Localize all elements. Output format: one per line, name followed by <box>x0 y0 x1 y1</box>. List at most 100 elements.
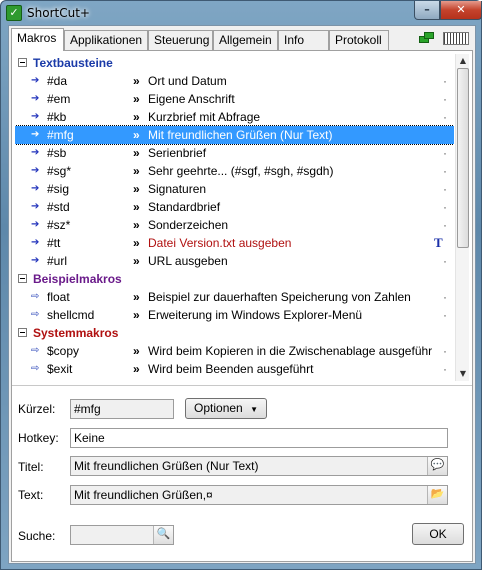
collapse-toggle-icon[interactable] <box>18 328 27 337</box>
kuerzel-label: Kürzel: <box>18 402 56 416</box>
tab-makros[interactable]: Makros <box>11 28 64 51</box>
bullet-glyph: » <box>133 200 140 214</box>
macro-code: #sb <box>47 146 67 160</box>
macro-description: Sonderzeichen <box>148 218 229 232</box>
macro-description: Ort und Datum <box>148 74 227 88</box>
makros-panel: Textbausteine ➔ #da » Ort und Datum · ➔ #em » Eig… <box>11 50 473 562</box>
sync-icon[interactable] <box>419 32 435 44</box>
suche-label: Suche: <box>18 529 56 543</box>
group-label: Beispielmakros <box>33 272 122 286</box>
tree-group[interactable]: Beispielmakros <box>15 270 454 288</box>
macro-description: Beispiel zur dauerhaften Speicherung von… <box>148 290 411 304</box>
tree-group[interactable]: Systemmakros <box>15 324 454 342</box>
tree-item[interactable]: ➔ #std » Standardbrief · <box>15 198 454 216</box>
tree-item[interactable]: ➔ #sig » Signaturen · <box>15 180 454 198</box>
tree-item[interactable]: ➔ #url » URL ausgeben · <box>15 252 454 270</box>
macro-code: float <box>47 290 70 304</box>
dot-marker: · <box>443 182 447 196</box>
tree-group[interactable]: Textbausteine <box>15 54 454 72</box>
tree-item[interactable]: ➔ #da » Ort und Datum · <box>15 72 454 90</box>
macro-arrow-icon: ➔ <box>31 219 40 230</box>
scroll-down-arrow-icon[interactable]: ▼ <box>456 367 470 381</box>
macro-description: Eigene Anschrift <box>148 92 235 106</box>
app-window: ✓ ShortCut+ – ✕ Makros Applikationen Ste… <box>0 0 482 570</box>
tree-item[interactable]: ➔ #tt » Datei Version.txt ausgeben T <box>15 234 454 252</box>
tab-applikationen[interactable]: Applikationen <box>64 30 148 50</box>
tree-item[interactable]: ➔ #sb » Serienbrief · <box>15 144 454 162</box>
bullet-glyph: » <box>133 308 140 322</box>
tree-item[interactable]: ➔ #em » Eigene Anschrift · <box>15 90 454 108</box>
close-button[interactable]: ✕ <box>440 1 482 20</box>
bullet-glyph: » <box>133 74 140 88</box>
collapse-toggle-icon[interactable] <box>18 58 27 67</box>
app-icon: ✓ <box>6 5 22 21</box>
folder-icon[interactable]: 📂 <box>427 486 447 504</box>
tab-protokoll[interactable]: Protokoll <box>329 30 389 50</box>
dot-marker: · <box>443 308 447 322</box>
dot-marker: · <box>443 344 447 358</box>
tree-item[interactable]: ➔ #mfg » Mit freundlichen Grüßen (Nur Text) <box>15 125 454 145</box>
tab-info[interactable]: Info <box>278 30 329 50</box>
macro-arrow-icon: ➔ <box>31 129 40 140</box>
kuerzel-field[interactable]: #mfg <box>70 399 174 419</box>
tree-scrollbar[interactable]: ▲ ▼ <box>455 54 469 381</box>
ok-button[interactable]: OK <box>412 523 464 545</box>
bullet-glyph: » <box>133 164 140 178</box>
dropdown-arrow-icon: ▼ <box>250 405 258 414</box>
bullet-glyph: » <box>133 344 140 358</box>
titel-field[interactable]: Mit freundlichen Grüßen (Nur Text) 💬 <box>70 456 448 476</box>
macro-arrow-icon: ➔ <box>31 93 40 104</box>
macro-arrow-icon: ⇨ <box>31 291 40 302</box>
macro-arrow-icon: ➔ <box>31 201 40 212</box>
tab-steuerung[interactable]: Steuerung <box>148 30 213 50</box>
scroll-thumb[interactable] <box>457 68 469 248</box>
tree-item[interactable]: ⇨ float » Beispiel zur dauerhaften Speicher… <box>15 288 454 306</box>
hotkey-field[interactable]: Keine <box>70 428 448 448</box>
macro-code: #mfg <box>47 128 74 142</box>
tree-item[interactable]: ➔ #sg* » Sehr geehrte... (#sgf, #sgh, #sgdh… <box>15 162 454 180</box>
macro-description: Serienbrief <box>148 146 207 160</box>
bullet-glyph: » <box>133 128 140 142</box>
tab-allgemein[interactable]: Allgemein <box>213 30 278 50</box>
titel-value: Mit freundlichen Grüßen (Nur Text) <box>74 459 259 473</box>
bullet-glyph: » <box>133 110 140 124</box>
minimize-button[interactable]: – <box>414 1 440 20</box>
text-label: Text: <box>18 488 44 502</box>
macro-arrow-icon: ➔ <box>31 255 40 266</box>
macro-description: Signaturen <box>148 182 207 196</box>
text-field[interactable]: Mit freundlichen Grüßen,¤ 📂 <box>70 485 448 505</box>
tree-item[interactable]: ⇨ $exit » Wird beim Beenden ausgeführt · <box>15 360 454 378</box>
collapse-toggle-icon[interactable] <box>18 274 27 283</box>
dot-marker: · <box>443 254 447 268</box>
macro-code: #sz* <box>47 218 71 232</box>
macro-code: #sg* <box>47 164 72 178</box>
tree-item[interactable]: ⇨ $copy » Wird beim Kopieren in die Zwische… <box>15 342 454 360</box>
suche-field[interactable]: 🔍 <box>70 525 174 545</box>
tree-item[interactable]: ➔ #kb » Kurzbrief mit Abfrage · <box>15 108 454 126</box>
macro-description: Erweiterung im Windows Explorer-Menü <box>148 308 363 322</box>
titel-label: Titel: <box>18 460 44 474</box>
group-label: Systemmakros <box>33 326 119 340</box>
macro-code: #std <box>47 200 70 214</box>
divider <box>12 385 472 386</box>
macro-description: Wird beim Beenden ausgeführt <box>148 362 314 376</box>
bullet-glyph: » <box>133 182 140 196</box>
magnifier-icon[interactable]: 🔍 <box>153 526 173 544</box>
macro-description: Wird beim Kopieren in die Zwischenablage… <box>148 344 433 358</box>
title-bar[interactable]: ✓ ShortCut+ – ✕ <box>1 1 482 25</box>
barcode-icon[interactable] <box>443 32 469 45</box>
optionen-button[interactable]: Optionen ▼ <box>185 398 267 419</box>
macro-description: Standardbrief <box>148 200 221 214</box>
macro-tree[interactable]: Textbausteine ➔ #da » Ort und Datum · ➔ #em » Eig… <box>15 54 454 381</box>
macro-arrow-icon: ➔ <box>31 75 40 86</box>
macro-arrow-icon: ⇨ <box>31 363 40 374</box>
macro-code: #tt <box>47 236 61 250</box>
scroll-up-arrow-icon[interactable]: ▲ <box>456 54 470 68</box>
macro-arrow-icon: ➔ <box>31 183 40 194</box>
tree-item[interactable]: ➔ #sz* » Sonderzeichen · <box>15 216 454 234</box>
tree-item[interactable]: ⇨ shellcmd » Erweiterung im Windows Explore… <box>15 306 454 324</box>
speech-bubble-icon[interactable]: 💬 <box>427 457 447 475</box>
bullet-glyph: » <box>133 146 140 160</box>
macro-arrow-icon: ⇨ <box>31 309 40 320</box>
hotkey-label: Hotkey: <box>18 431 59 445</box>
